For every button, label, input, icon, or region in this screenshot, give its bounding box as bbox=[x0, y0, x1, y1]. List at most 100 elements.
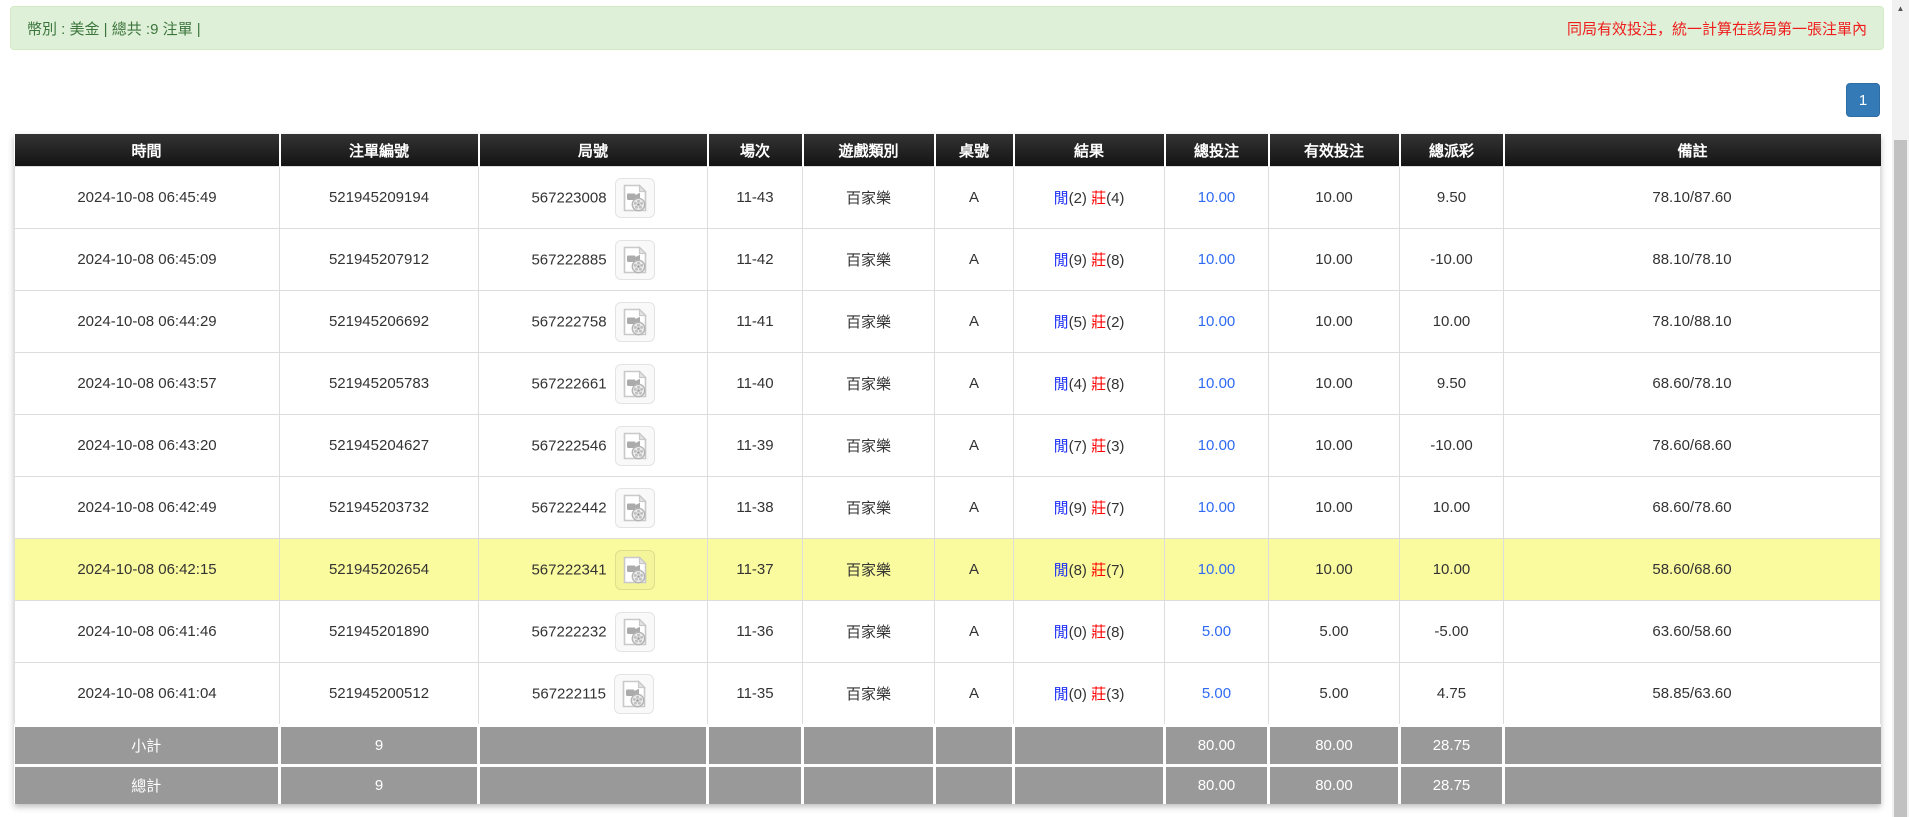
cell-table-no: A bbox=[934, 414, 1014, 477]
column-header-remark: 備註 bbox=[1502, 134, 1881, 167]
footer-total-bet: 80.00 bbox=[1163, 724, 1270, 766]
cell-time: 2024-10-08 06:41:46 bbox=[14, 600, 280, 663]
total-bet-link[interactable]: 10.00 bbox=[1198, 561, 1236, 578]
result-banker-points: (7) bbox=[1106, 562, 1125, 579]
pagination-page-1-button[interactable]: 1 bbox=[1846, 83, 1880, 117]
result-banker-label: 莊 bbox=[1091, 686, 1107, 703]
footer-empty-session bbox=[706, 724, 804, 766]
result-banker-points: (8) bbox=[1106, 624, 1125, 641]
round-number-text: 567222341 bbox=[531, 561, 607, 578]
column-header-game_type: 遊戲類別 bbox=[801, 134, 935, 167]
cell-bet-id: 521945209194 bbox=[279, 166, 479, 229]
cell-bet-id: 521945202654 bbox=[279, 538, 479, 601]
cell-total-bet: 10.00 bbox=[1164, 290, 1269, 353]
round-number-text: 567223008 bbox=[531, 189, 607, 206]
result-player-points: (5) bbox=[1068, 314, 1092, 331]
result-player-points: (4) bbox=[1068, 376, 1092, 393]
cell-table-no: A bbox=[934, 166, 1014, 229]
round-number-text: 567222758 bbox=[531, 313, 607, 330]
result-player-points: (8) bbox=[1068, 562, 1092, 579]
result-banker-points: (3) bbox=[1106, 438, 1125, 455]
total-bet-link[interactable]: 10.00 bbox=[1198, 375, 1236, 392]
column-header-result: 結果 bbox=[1012, 134, 1165, 167]
column-header-total_payout: 總派彩 bbox=[1398, 134, 1504, 167]
result-banker-label: 莊 bbox=[1091, 190, 1107, 207]
total-bet-link[interactable]: 10.00 bbox=[1198, 313, 1236, 330]
cell-bet-id: 521945207912 bbox=[279, 228, 479, 291]
result-player-points: (9) bbox=[1068, 252, 1092, 269]
video-replay-button[interactable] bbox=[614, 301, 655, 342]
video-replay-button[interactable] bbox=[614, 363, 655, 404]
video-file-icon bbox=[623, 369, 647, 397]
scrollbar-up-arrow-icon[interactable]: ▲ bbox=[1892, 0, 1909, 17]
total-bet-link[interactable]: 5.00 bbox=[1202, 623, 1231, 640]
total-bet-link[interactable]: 10.00 bbox=[1198, 499, 1236, 516]
video-file-icon bbox=[623, 555, 647, 583]
cell-result: 閒(0) 莊(3) bbox=[1013, 662, 1165, 726]
table-row: 2024-10-08 06:44:29 521945206692 567222758… bbox=[14, 290, 1881, 353]
cell-time: 2024-10-08 06:42:15 bbox=[14, 538, 280, 601]
column-header-time: 時間 bbox=[14, 134, 280, 167]
round-number-text: 567222661 bbox=[531, 375, 607, 392]
cell-total-payout: -5.00 bbox=[1399, 600, 1504, 663]
vertical-scrollbar[interactable]: ▲ bbox=[1892, 0, 1909, 817]
cell-remark: 68.60/78.60 bbox=[1503, 476, 1881, 539]
total-bet-link[interactable]: 10.00 bbox=[1198, 189, 1236, 206]
cell-remark: 88.10/78.10 bbox=[1503, 228, 1881, 291]
result-banker-label: 莊 bbox=[1091, 438, 1107, 455]
cell-round-no: 567222661 bbox=[478, 352, 708, 415]
table-row: 2024-10-08 06:45:49 521945209194 567223008… bbox=[14, 166, 1881, 229]
cell-round-no: 567222115 bbox=[478, 662, 708, 726]
cell-remark: 78.10/87.60 bbox=[1503, 166, 1881, 229]
cell-round-no: 567222232 bbox=[478, 600, 708, 663]
video-file-icon bbox=[623, 431, 647, 459]
cell-time: 2024-10-08 06:43:57 bbox=[14, 352, 280, 415]
cell-valid-bet: 10.00 bbox=[1268, 228, 1400, 291]
cell-total-bet: 5.00 bbox=[1164, 662, 1269, 726]
video-replay-button[interactable] bbox=[614, 549, 655, 590]
result-player-label: 閒 bbox=[1053, 314, 1069, 331]
video-file-icon bbox=[623, 493, 647, 521]
cell-table-no: A bbox=[934, 476, 1014, 539]
video-file-icon bbox=[623, 183, 647, 211]
cell-valid-bet: 10.00 bbox=[1268, 166, 1400, 229]
video-replay-button[interactable] bbox=[613, 673, 654, 714]
column-header-total_bet: 總投注 bbox=[1163, 134, 1269, 167]
total-bet-link[interactable]: 10.00 bbox=[1198, 437, 1236, 454]
result-banker-label: 莊 bbox=[1091, 252, 1107, 269]
cell-total-bet: 10.00 bbox=[1164, 414, 1269, 477]
video-replay-button[interactable] bbox=[614, 487, 655, 528]
scrollbar-thumb[interactable] bbox=[1894, 140, 1907, 817]
cell-table-no: A bbox=[934, 538, 1014, 601]
video-replay-button[interactable] bbox=[614, 611, 655, 652]
round-number-text: 567222442 bbox=[531, 499, 607, 516]
result-banker-points: (7) bbox=[1106, 500, 1125, 517]
table-row: 2024-10-08 06:43:20 521945204627 567222546… bbox=[14, 414, 1881, 477]
cell-total-payout: 10.00 bbox=[1399, 538, 1504, 601]
footer-total-payout: 28.75 bbox=[1398, 724, 1505, 766]
video-replay-button[interactable] bbox=[614, 177, 655, 218]
footer-valid-bet: 80.00 bbox=[1267, 764, 1401, 804]
footer-empty-game-type bbox=[801, 724, 936, 766]
table-row-highlighted: 2024-10-08 06:42:15 521945202654 567222341… bbox=[14, 538, 1881, 601]
total-bet-link[interactable]: 10.00 bbox=[1198, 251, 1236, 268]
cell-session: 11-42 bbox=[707, 228, 803, 291]
total-bet-link[interactable]: 5.00 bbox=[1202, 685, 1231, 702]
cell-result: 閒(9) 莊(8) bbox=[1013, 228, 1165, 291]
result-player-label: 閒 bbox=[1053, 562, 1069, 579]
video-replay-button[interactable] bbox=[614, 425, 655, 466]
footer-empty-session bbox=[706, 764, 804, 804]
footer-empty-remark bbox=[1502, 724, 1881, 766]
result-banker-points: (8) bbox=[1106, 376, 1125, 393]
cell-total-bet: 5.00 bbox=[1164, 600, 1269, 663]
cell-round-no: 567222442 bbox=[478, 476, 708, 539]
footer-empty-result bbox=[1012, 764, 1166, 804]
video-replay-button[interactable] bbox=[614, 239, 655, 280]
summary-bar: 幣別 : 美金 | 總共 :9 注單 | 同局有效投注，統一計算在該局第一張注單… bbox=[10, 6, 1884, 50]
round-number-text: 567222115 bbox=[532, 685, 606, 702]
cell-game-type: 百家樂 bbox=[802, 290, 935, 353]
cell-round-no: 567222885 bbox=[478, 228, 708, 291]
cell-game-type: 百家樂 bbox=[802, 352, 935, 415]
currency-total-text: 幣別 : 美金 | 總共 :9 注單 | bbox=[27, 20, 201, 38]
round-number-text: 567222885 bbox=[531, 251, 607, 268]
